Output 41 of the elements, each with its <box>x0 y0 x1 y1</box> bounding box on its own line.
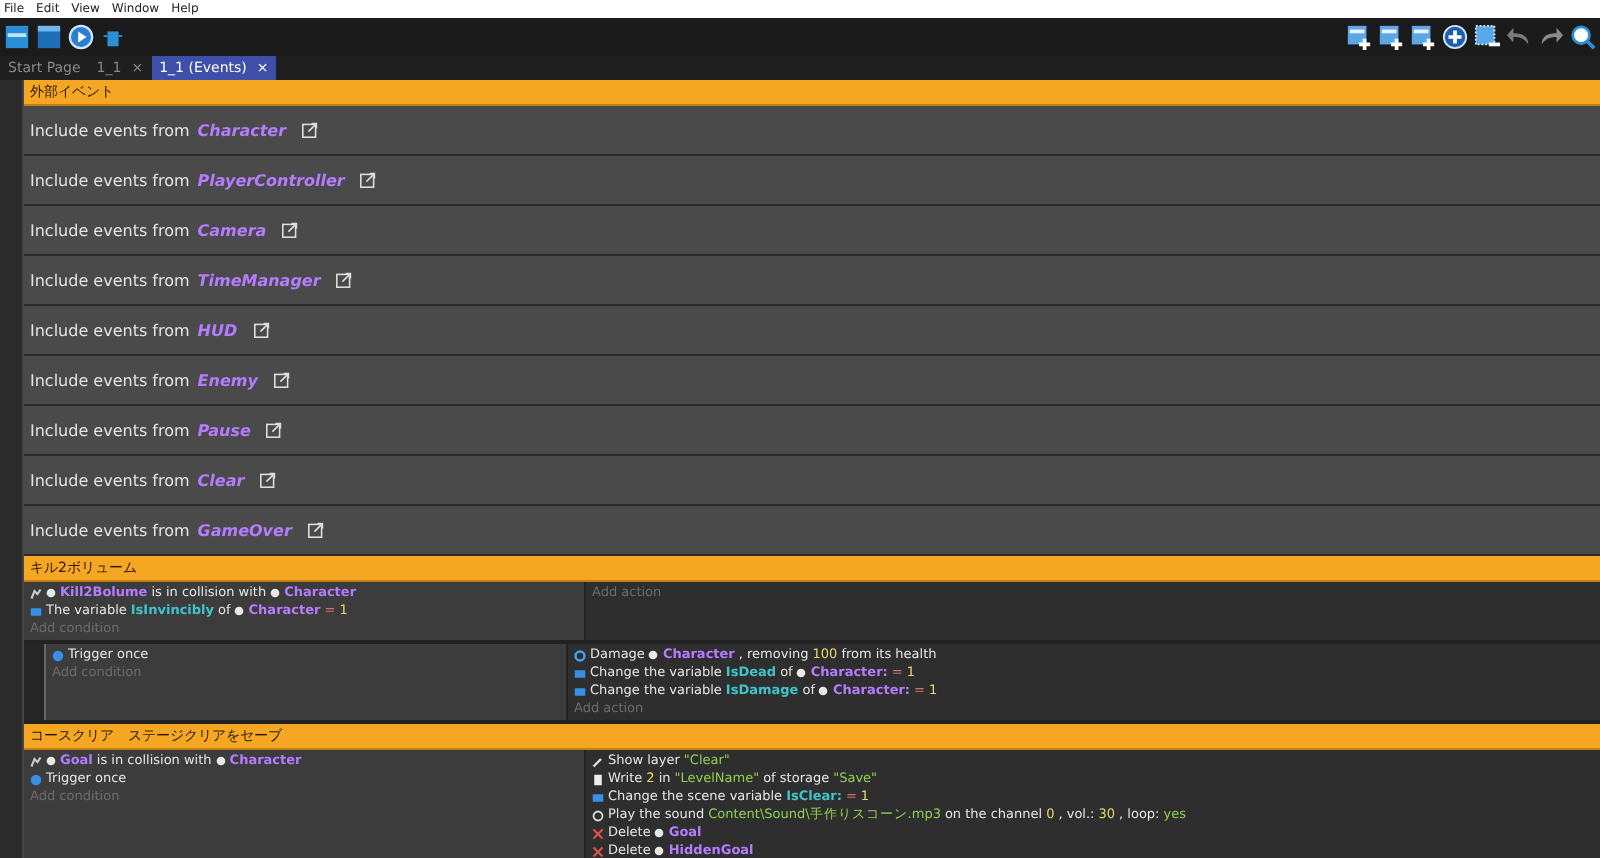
include-row[interactable]: Include events from Character <box>24 106 1600 156</box>
include-row[interactable]: Include events from Clear <box>24 456 1600 506</box>
close-icon <box>592 845 604 857</box>
add-event-icon[interactable] <box>1410 24 1436 50</box>
external-link-icon[interactable] <box>273 372 290 388</box>
external-link-icon[interactable] <box>266 422 283 438</box>
add-event-icon[interactable] <box>1378 24 1404 50</box>
object-icon <box>648 650 659 660</box>
external-link-icon[interactable] <box>253 322 270 338</box>
play-icon[interactable] <box>68 24 94 50</box>
trigger-icon <box>30 773 42 785</box>
variable-icon <box>592 791 604 803</box>
object-icon <box>234 606 245 616</box>
remove-event-icon[interactable] <box>1474 24 1500 50</box>
external-link-icon[interactable] <box>336 272 353 288</box>
include-row[interactable]: Include events from TimeManager <box>24 256 1600 306</box>
search-icon[interactable] <box>1570 24 1596 50</box>
variable-icon <box>30 605 42 617</box>
document-icon <box>592 773 604 785</box>
external-link-icon[interactable] <box>360 172 377 188</box>
object-icon <box>270 588 281 598</box>
window-icon[interactable] <box>36 24 62 50</box>
external-link-icon[interactable] <box>307 522 324 538</box>
object-icon <box>46 588 56 598</box>
pencil-icon <box>592 755 604 767</box>
external-link-icon[interactable] <box>282 222 299 238</box>
include-row[interactable]: Include events from GameOver <box>24 506 1600 556</box>
object-icon <box>46 756 56 766</box>
include-row[interactable]: Include events from Enemy <box>24 356 1600 406</box>
trigger-icon <box>52 649 64 661</box>
add-event-icon[interactable] <box>1346 24 1372 50</box>
include-row[interactable]: Include events from HUD <box>24 306 1600 356</box>
include-row[interactable]: Include events from PlayerController <box>24 156 1600 206</box>
close-icon <box>592 827 604 839</box>
external-link-icon[interactable] <box>260 472 277 488</box>
scene-icon[interactable] <box>4 24 30 50</box>
object-icon <box>215 756 226 766</box>
add-circle-icon[interactable] <box>1442 24 1468 50</box>
external-link-icon[interactable] <box>302 122 319 138</box>
include-row[interactable]: Include events from Camera <box>24 206 1600 256</box>
include-row[interactable]: Include events from Pause <box>24 406 1600 456</box>
